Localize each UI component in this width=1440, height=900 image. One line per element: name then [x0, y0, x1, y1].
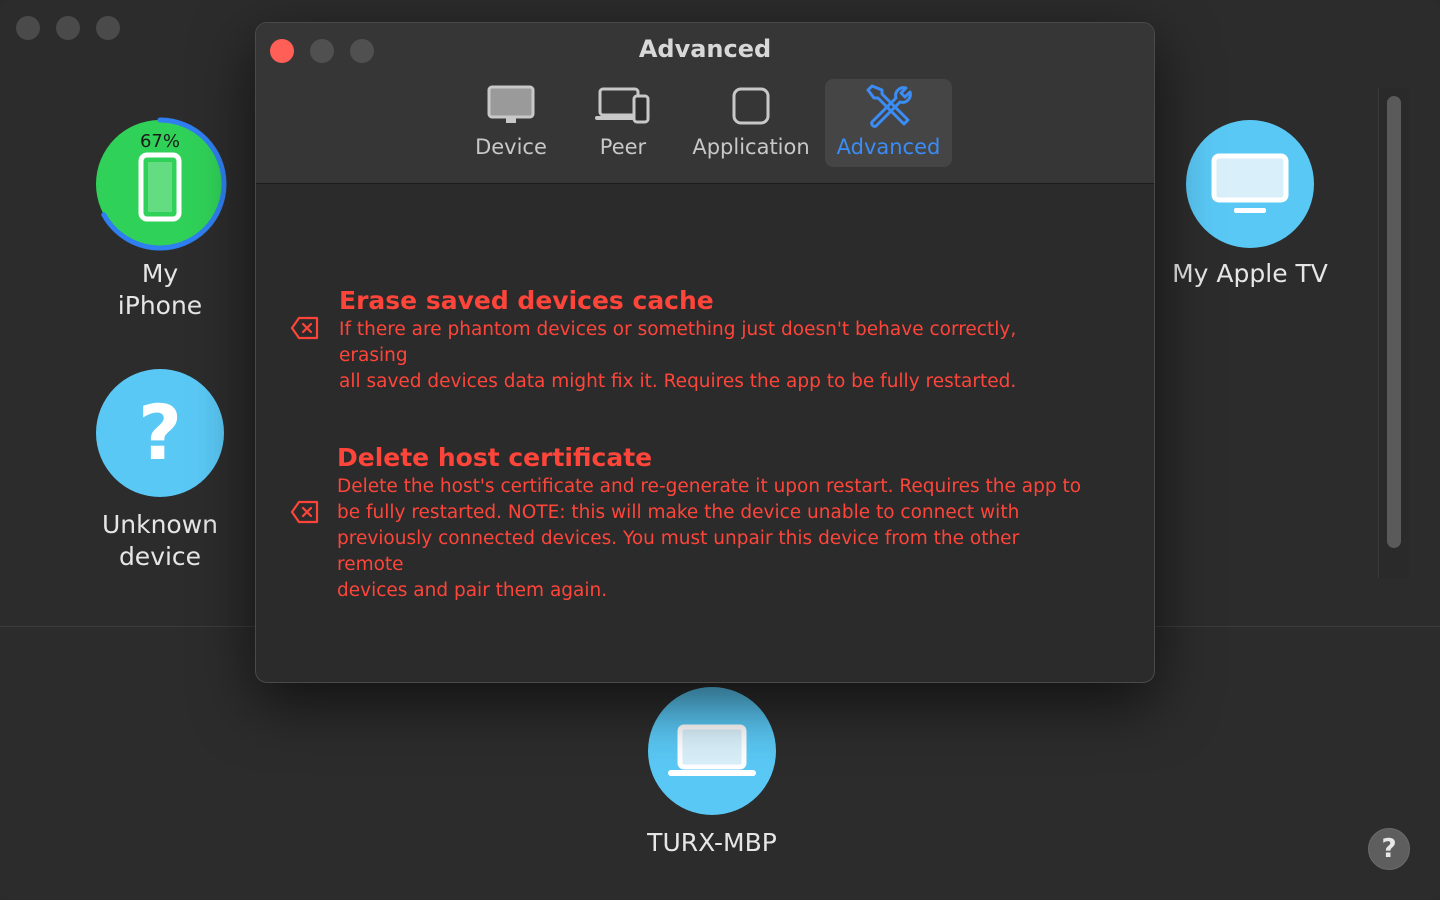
- main-window: 67% My iPhone ? Unknown device My Apple …: [0, 0, 1440, 900]
- device-my-iphone[interactable]: 67% My iPhone: [93, 117, 227, 322]
- tab-application[interactable]: Application: [688, 79, 814, 167]
- device-name: My Apple TV: [1172, 259, 1328, 288]
- scrollbar[interactable]: [1378, 88, 1409, 578]
- device-my-apple-tv[interactable]: My Apple TV: [1160, 120, 1340, 290]
- devices-icon: [595, 87, 650, 124]
- dialog-title: Advanced: [638, 35, 772, 63]
- option-title: Delete host certificate: [337, 443, 653, 472]
- tab-device[interactable]: Device: [466, 79, 556, 167]
- window-controls: [16, 16, 120, 40]
- option-description-line2: all saved devices data might fix it. Req…: [339, 371, 1017, 392]
- erase-icon: [290, 316, 319, 340]
- advanced-preferences-dialog: Advanced Device Peer Application Advance…: [255, 22, 1155, 683]
- option-description-line1: If there are phantom devices or somethin…: [339, 319, 1017, 366]
- tab-advanced[interactable]: Advanced: [825, 79, 952, 167]
- device-name: My iPhone: [117, 259, 203, 320]
- tools-icon: [866, 84, 912, 128]
- tab-peer[interactable]: Peer: [578, 79, 668, 167]
- dialog-toolbar: Advanced Device Peer Application Advance…: [256, 23, 1154, 184]
- battery-percent: 67%: [139, 131, 180, 152]
- device-name: TURX-MBP: [647, 828, 777, 857]
- option-description-line2: be fully restarted. NOTE: this will make…: [337, 502, 1020, 523]
- scrollbar-thumb[interactable]: [1387, 96, 1401, 548]
- device-name-line2: device: [118, 542, 202, 571]
- close-button[interactable]: [16, 16, 40, 40]
- device-host[interactable]: TURX-MBP: [632, 687, 792, 859]
- tab-label: Application: [692, 135, 810, 159]
- option-description-line1: Delete the host's certificate and re-gen…: [337, 476, 1082, 497]
- monitor-icon: [487, 85, 535, 123]
- tab-label: Device: [475, 135, 547, 159]
- delete-certificate-option[interactable]: Delete host certificate Delete the host'…: [290, 442, 1090, 604]
- tab-label: Peer: [599, 135, 647, 159]
- tv-icon: [1211, 153, 1289, 213]
- device-unknown[interactable]: ? Unknown device: [96, 369, 224, 573]
- zoom-button[interactable]: [96, 16, 120, 40]
- device-name-line1: Unknown: [101, 510, 219, 539]
- iphone-avatar: 67%: [93, 117, 227, 251]
- laptop-icon: [668, 724, 756, 776]
- unknown-avatar: ?: [96, 369, 224, 497]
- question-mark-icon: ?: [137, 388, 183, 477]
- help-label: ?: [1381, 834, 1397, 864]
- apple-tv-avatar: [1186, 120, 1314, 248]
- minimize-button[interactable]: [56, 16, 80, 40]
- app-square-icon: [732, 87, 770, 125]
- tab-label: Advanced: [836, 135, 941, 159]
- erase-icon: [290, 500, 319, 524]
- option-description-line3: previously connected devices. You must u…: [337, 528, 1020, 575]
- option-description-line4: devices and pair them again.: [337, 580, 608, 601]
- erase-cache-option[interactable]: Erase saved devices cache If there are p…: [290, 285, 1090, 395]
- host-avatar: [648, 687, 776, 815]
- option-title: Erase saved devices cache: [339, 286, 714, 315]
- help-button[interactable]: ?: [1368, 828, 1410, 870]
